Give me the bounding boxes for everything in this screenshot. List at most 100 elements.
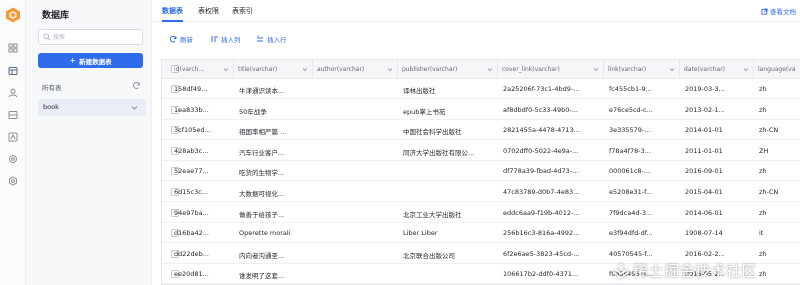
caret-down-icon[interactable]	[669, 67, 675, 72]
table-cell[interactable]: 52eae77...	[174, 167, 232, 175]
table-cell[interactable]: f78a4f78-3...	[609, 147, 679, 155]
gear-icon[interactable]	[8, 176, 18, 186]
docs-link[interactable]: 查看文档	[761, 6, 796, 16]
table-search[interactable]	[38, 29, 143, 45]
table-row[interactable]: 1ea833b... 50年战争 epub掌上书苑 af8dbdf0-5c33-49b…	[162, 100, 800, 120]
table-cell[interactable]: 40570545-f...	[609, 250, 679, 258]
table-cell[interactable]: 6f2e6ae5-3823-45cd-...	[503, 250, 603, 258]
insert-row-button[interactable]: 插入行	[256, 34, 287, 44]
settings-icon[interactable]	[8, 154, 18, 164]
table-cell[interactable]: fc455cb1-9...	[609, 85, 679, 93]
table-cell[interactable]: zh	[759, 167, 800, 175]
caret-down-icon[interactable]	[487, 67, 493, 72]
table-cell[interactable]: 2019-03-3...	[685, 85, 753, 93]
tab-tables[interactable]: 数据表	[162, 6, 183, 22]
column-header[interactable]: author(varchar)	[313, 60, 398, 79]
database-icon[interactable]	[8, 66, 18, 76]
table-cell[interactable]: 2014-06-01	[685, 209, 753, 217]
table-cell[interactable]: 2016-09-01	[685, 167, 753, 175]
table-cell[interactable]: 同济大学出版社有限公...	[403, 147, 497, 157]
table-cell[interactable]: zh	[759, 85, 800, 93]
table-cell[interactable]: Liber Liber	[403, 229, 497, 237]
table-cell[interactable]: 2a25206f-73c1-4bd9-...	[503, 85, 603, 93]
user-icon[interactable]	[8, 88, 18, 98]
table-cell[interactable]: 106617b2-ddf0-4371...	[503, 270, 603, 278]
table-cell[interactable]: 牛津通识读本...	[239, 85, 311, 95]
caret-down-icon[interactable]	[743, 67, 749, 72]
table-cell[interactable]: 7f9dca4d-3...	[609, 209, 679, 217]
column-header[interactable]: date(varchar)	[680, 60, 754, 79]
table-cell[interactable]: 3cf105ed...	[174, 126, 232, 134]
table-cell[interactable]: e5208e31-f...	[609, 188, 679, 196]
table-cell[interactable]: 6d15c3c...	[174, 188, 232, 196]
table-cell[interactable]: zh-CN	[759, 126, 800, 134]
grid-icon[interactable]	[8, 43, 18, 53]
table-cell[interactable]: 内向者沟通圣...	[239, 250, 311, 260]
column-header[interactable]: id(varch...	[170, 60, 234, 79]
table-row[interactable]: 6d15c3c... 大数据可视化... 47c83789-d0b7-4e83...…	[162, 182, 800, 202]
column-header[interactable]: publisher(varchar)	[398, 60, 498, 79]
table-row[interactable]: d16ba42... Operette morali Liber Liber 256b…	[162, 223, 800, 244]
table-cell[interactable]: 北京工业大学出版社	[403, 209, 497, 219]
table-row[interactable]: 158df49... 牛津通识读本... 译林出版社 2a25206f-73c1-4b…	[162, 79, 800, 99]
table-cell[interactable]: zh	[759, 106, 800, 114]
column-header[interactable]: cover_link(varchar)	[498, 60, 604, 79]
table-cell[interactable]: 158df49...	[174, 85, 232, 93]
table-cell[interactable]: 3e335579-...	[609, 126, 679, 134]
caret-down-icon[interactable]	[223, 67, 229, 72]
database-item[interactable]: book	[38, 99, 146, 116]
storage-icon[interactable]	[8, 110, 18, 120]
table-cell[interactable]: 北京联合出版公司	[403, 250, 497, 260]
table-cell[interactable]: 94e97ba...	[174, 209, 232, 217]
table-cell[interactable]: 2015-04-01	[685, 188, 753, 196]
table-cell[interactable]: 1908-07-14	[685, 229, 753, 237]
table-cell[interactable]: 000061c8-...	[609, 167, 679, 175]
table-cell[interactable]: d16ba42...	[174, 229, 232, 237]
table-cell[interactable]: e3f94dfd-df...	[609, 229, 679, 237]
table-row[interactable]: 428ab3c... 汽车行业客户... 同济大学出版社有限公... 0702dff0…	[162, 141, 800, 161]
table-cell[interactable]: e76ce5cd-c...	[609, 106, 679, 114]
table-cell[interactable]: 2011-01-01	[685, 147, 753, 155]
table-cell[interactable]: 谁发明了这套...	[239, 270, 311, 280]
table-cell[interactable]: 50年战争	[239, 106, 311, 116]
table-cell[interactable]: 译林出版社	[403, 85, 497, 95]
table-cell[interactable]: ZH	[759, 147, 800, 155]
column-header[interactable]: link(varchar)	[604, 60, 680, 79]
table-cell[interactable]: 1ea833b...	[174, 106, 232, 114]
table-cell[interactable]: zh-CN	[759, 188, 800, 196]
table-cell[interactable]: 2014-01-01	[685, 126, 753, 134]
table-cell[interactable]: zh	[759, 209, 800, 217]
function-icon[interactable]	[8, 132, 18, 142]
table-cell[interactable]: 吃货的生物学...	[239, 167, 311, 177]
table-cell[interactable]: dd22deb...	[174, 250, 232, 258]
column-header[interactable]: title(varchar)	[234, 60, 313, 79]
table-cell[interactable]: 祖国率相严篇 ...	[239, 126, 311, 136]
insert-column-button[interactable]: 插入列	[210, 34, 241, 44]
table-cell[interactable]: af8dbdf0-5c33-49b0-...	[503, 106, 603, 114]
table-cell[interactable]: ee20d81...	[174, 270, 232, 278]
table-cell[interactable]: Operette morali	[239, 229, 311, 237]
table-cell[interactable]: zh	[759, 250, 800, 258]
table-cell[interactable]: 2013-02-1...	[685, 106, 753, 114]
tab-indexes[interactable]: 表索引	[232, 6, 253, 22]
caret-down-icon[interactable]	[387, 67, 393, 72]
table-cell[interactable]: df778a39-fbad-4d73-...	[503, 167, 603, 175]
table-cell[interactable]: 大数据可视化...	[239, 188, 311, 198]
new-table-button[interactable]: + 新建数据表	[38, 53, 143, 68]
table-cell[interactable]: 中国社会科学出版社	[403, 126, 497, 136]
table-cell[interactable]: 256b16c3-816a-4992...	[503, 229, 603, 237]
table-cell[interactable]: 做善于给孩子...	[239, 209, 311, 219]
table-cell[interactable]: 428ab3c...	[174, 147, 232, 155]
tab-permissions[interactable]: 表权限	[198, 6, 219, 22]
table-cell[interactable]: 2821455a-4478-4713...	[503, 126, 603, 134]
column-header[interactable]: language(va	[754, 60, 800, 79]
search-input[interactable]	[53, 32, 139, 43]
table-cell[interactable]: 47c83789-d0b7-4e83...	[503, 188, 603, 196]
table-cell[interactable]: eddc6aa9-f19b-4012-...	[503, 209, 603, 217]
table-cell[interactable]: it	[759, 229, 800, 237]
table-cell[interactable]: 2016-02-2...	[685, 250, 753, 258]
table-cell[interactable]: 汽车行业客户...	[239, 147, 311, 157]
table-row[interactable]: 52eae77... 吃货的生物学... df778a39-fbad-4d73-..…	[162, 161, 800, 182]
refresh-button[interactable]: 刷新	[169, 34, 193, 44]
table-row[interactable]: 3cf105ed... 祖国率相严篇 ... 中国社会科学出版社 2821455a-4…	[162, 120, 800, 141]
